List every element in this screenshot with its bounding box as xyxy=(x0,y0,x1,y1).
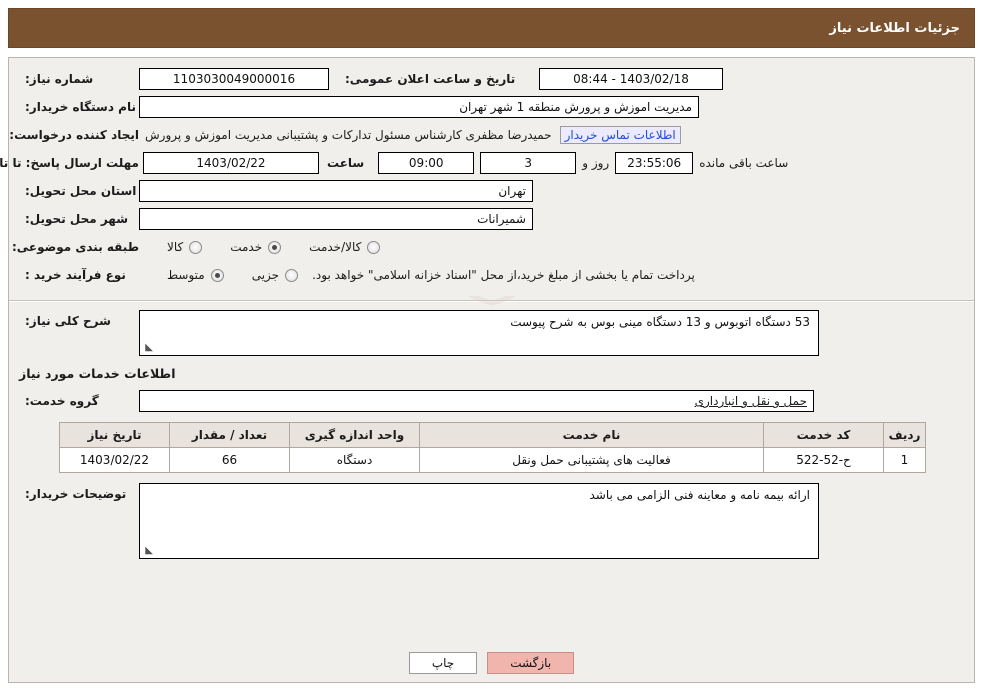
time-label: ساعت xyxy=(328,156,366,170)
category-option-1[interactable]: خدمت xyxy=(229,240,283,254)
row-buyer-notes: ارائه بیمه نامه و معاینه فنی الزامی می ب… xyxy=(20,483,965,559)
city-label: شهر محل تحویل: xyxy=(26,212,130,226)
buyer-notes-textarea[interactable]: ارائه بیمه نامه و معاینه فنی الزامی می ب… xyxy=(140,483,820,559)
process-option-0-label: جزیی xyxy=(252,268,281,282)
th-unit: واحد اندازه گیری xyxy=(290,422,421,448)
th-qty: تعداد / مقدار xyxy=(170,422,291,448)
process-option-1-label: متوسط xyxy=(168,268,206,282)
radio-icon[interactable] xyxy=(269,240,283,254)
announce-datetime-value: 1403/02/18 - 08:44 xyxy=(540,68,724,90)
th-row-no: ردیف xyxy=(884,422,927,448)
table-row: 1 ح-52-522 فعالیت های پشتیبانی حمل ونقل … xyxy=(60,447,927,473)
deadline-time-value: 09:00 xyxy=(379,152,476,174)
process-note: پرداخت تمام یا بخشی از مبلغ خرید،از محل … xyxy=(313,268,696,282)
buyer-notes-value: ارائه بیمه نامه و معاینه فنی الزامی می ب… xyxy=(590,488,811,502)
need-number-value: 1103030049000016 xyxy=(140,68,330,90)
general-desc-textarea[interactable]: 53 دستگاه اتوبوس و 13 دستگاه مینی بوس به… xyxy=(140,310,820,356)
row-process: پرداخت تمام یا بخشی از مبلغ خرید،از محل … xyxy=(20,264,965,286)
cell-code: ح-52-522 xyxy=(764,447,885,473)
cell-date: 1403/02/22 xyxy=(60,447,171,473)
province-value: تهران xyxy=(140,180,534,202)
section-divider xyxy=(10,300,975,302)
category-option-2[interactable]: کالا/خدمت xyxy=(308,240,382,254)
days-label: روز و xyxy=(583,156,611,170)
row-need-number: 1403/02/18 - 08:44 تاریخ و ساعت اعلان عم… xyxy=(20,68,965,90)
services-table-wrap: ردیف کد خدمت نام خدمت واحد اندازه گیری ت… xyxy=(20,422,965,473)
resize-grip-icon[interactable]: ◣ xyxy=(144,546,154,556)
row-service-group: حمل و نقل و انبارداری گروه خدمت: xyxy=(20,390,965,412)
top-info-section: 1403/02/18 - 08:44 تاریخ و ساعت اعلان عم… xyxy=(0,58,975,296)
buyer-org-label: نام دستگاه خریدار: xyxy=(26,100,137,114)
row-province: تهران استان محل تحویل: xyxy=(20,180,965,202)
city-value: شمیرانات xyxy=(140,208,534,230)
cell-name: فعالیت های پشتیبانی حمل ونقل xyxy=(420,447,765,473)
page-title: جزئیات اطلاعات نیاز xyxy=(830,20,961,36)
buyer-org-value: مدیریت اموزش و پرورش منطقه 1 شهر تهران xyxy=(140,96,700,118)
requester-value: حمیدرضا مظفری کارشناس مسئول تدارکات و پش… xyxy=(146,128,553,142)
category-option-2-label: کالا/خدمت xyxy=(310,240,363,254)
services-table: ردیف کد خدمت نام خدمت واحد اندازه گیری ت… xyxy=(60,422,927,473)
days-value: 3 xyxy=(481,152,578,174)
radio-icon[interactable] xyxy=(211,268,225,282)
buyer-contact-link[interactable]: اطلاعات تماس خریدار xyxy=(560,126,682,144)
province-label: استان محل تحویل: xyxy=(26,184,138,198)
cell-qty: 66 xyxy=(170,447,291,473)
category-label: طبقه بندی موضوعی: xyxy=(12,240,140,254)
category-option-1-label: خدمت xyxy=(231,240,264,254)
need-number-label: شماره نیاز: xyxy=(26,72,95,86)
general-desc-value: 53 دستگاه اتوبوس و 13 دستگاه مینی بوس به… xyxy=(511,315,811,329)
service-group-label: گروه خدمت: xyxy=(26,394,100,408)
th-code: کد خدمت xyxy=(764,422,885,448)
row-buyer-org: مدیریت اموزش و پرورش منطقه 1 شهر تهران ن… xyxy=(20,96,965,118)
table-header-row: ردیف کد خدمت نام خدمت واحد اندازه گیری ت… xyxy=(60,422,927,448)
cell-unit: دستگاه xyxy=(290,447,421,473)
details-panel: AnaTender.net 1403/02/18 - 08:44 تاریخ و… xyxy=(0,57,976,683)
deadline-date-value: 1403/02/22 xyxy=(144,152,320,174)
radio-icon[interactable] xyxy=(190,240,204,254)
announce-datetime-label: تاریخ و ساعت اعلان عمومی: xyxy=(346,72,517,86)
services-info-title: اطلاعات خدمات مورد نیاز xyxy=(20,365,177,381)
radio-icon[interactable] xyxy=(368,240,382,254)
row-city: شمیرانات شهر محل تحویل: xyxy=(20,208,965,230)
cell-row-no: 1 xyxy=(884,447,927,473)
general-desc-label: شرح کلی نیاز: xyxy=(26,314,112,328)
back-button[interactable]: بازگشت xyxy=(488,652,576,674)
deadline-label: مهلت ارسال پاسخ: تا تاریخ: xyxy=(0,155,140,170)
category-option-0-label: کالا xyxy=(168,240,185,254)
buyer-notes-label: توضیحات خریدار: xyxy=(26,487,128,501)
service-group-value-box[interactable]: حمل و نقل و انبارداری xyxy=(140,390,815,412)
resize-grip-icon[interactable]: ◣ xyxy=(144,343,154,353)
row-deadline: ساعت باقی مانده 23:55:06 روز و 3 09:00 س… xyxy=(0,152,965,174)
th-name: نام خدمت xyxy=(420,422,765,448)
print-button[interactable]: چاپ xyxy=(409,652,479,674)
process-option-1[interactable]: متوسط xyxy=(166,268,225,282)
page-header: جزئیات اطلاعات نیاز xyxy=(9,8,976,48)
process-option-0[interactable]: جزیی xyxy=(251,268,300,282)
requester-label: ایجاد کننده درخواست: xyxy=(10,128,140,142)
row-category: کالا/خدمت خدمت کالا طبقه بندی موضوعی: xyxy=(12,236,965,258)
remaining-label: ساعت باقی مانده xyxy=(700,156,790,170)
row-general-desc: 53 دستگاه اتوبوس و 13 دستگاه مینی بوس به… xyxy=(20,310,965,356)
category-option-0[interactable]: کالا xyxy=(166,240,204,254)
body-section: 53 دستگاه اتوبوس و 13 دستگاه مینی بوس به… xyxy=(10,310,975,559)
radio-icon[interactable] xyxy=(286,268,300,282)
page-root: جزئیات اطلاعات نیاز AnaTender.net 1403/0… xyxy=(0,0,985,691)
process-label: نوع فرآیند خرید : xyxy=(26,268,127,282)
footer-actions: بازگشت چاپ xyxy=(10,652,975,674)
th-date: تاریخ نیاز xyxy=(60,422,171,448)
service-group-value[interactable]: حمل و نقل و انبارداری xyxy=(696,394,808,408)
row-services-title: اطلاعات خدمات مورد نیاز xyxy=(20,362,965,384)
row-requester: اطلاعات تماس خریدار حمیدرضا مظفری کارشنا… xyxy=(10,124,965,146)
countdown-value: 23:55:06 xyxy=(616,152,695,174)
